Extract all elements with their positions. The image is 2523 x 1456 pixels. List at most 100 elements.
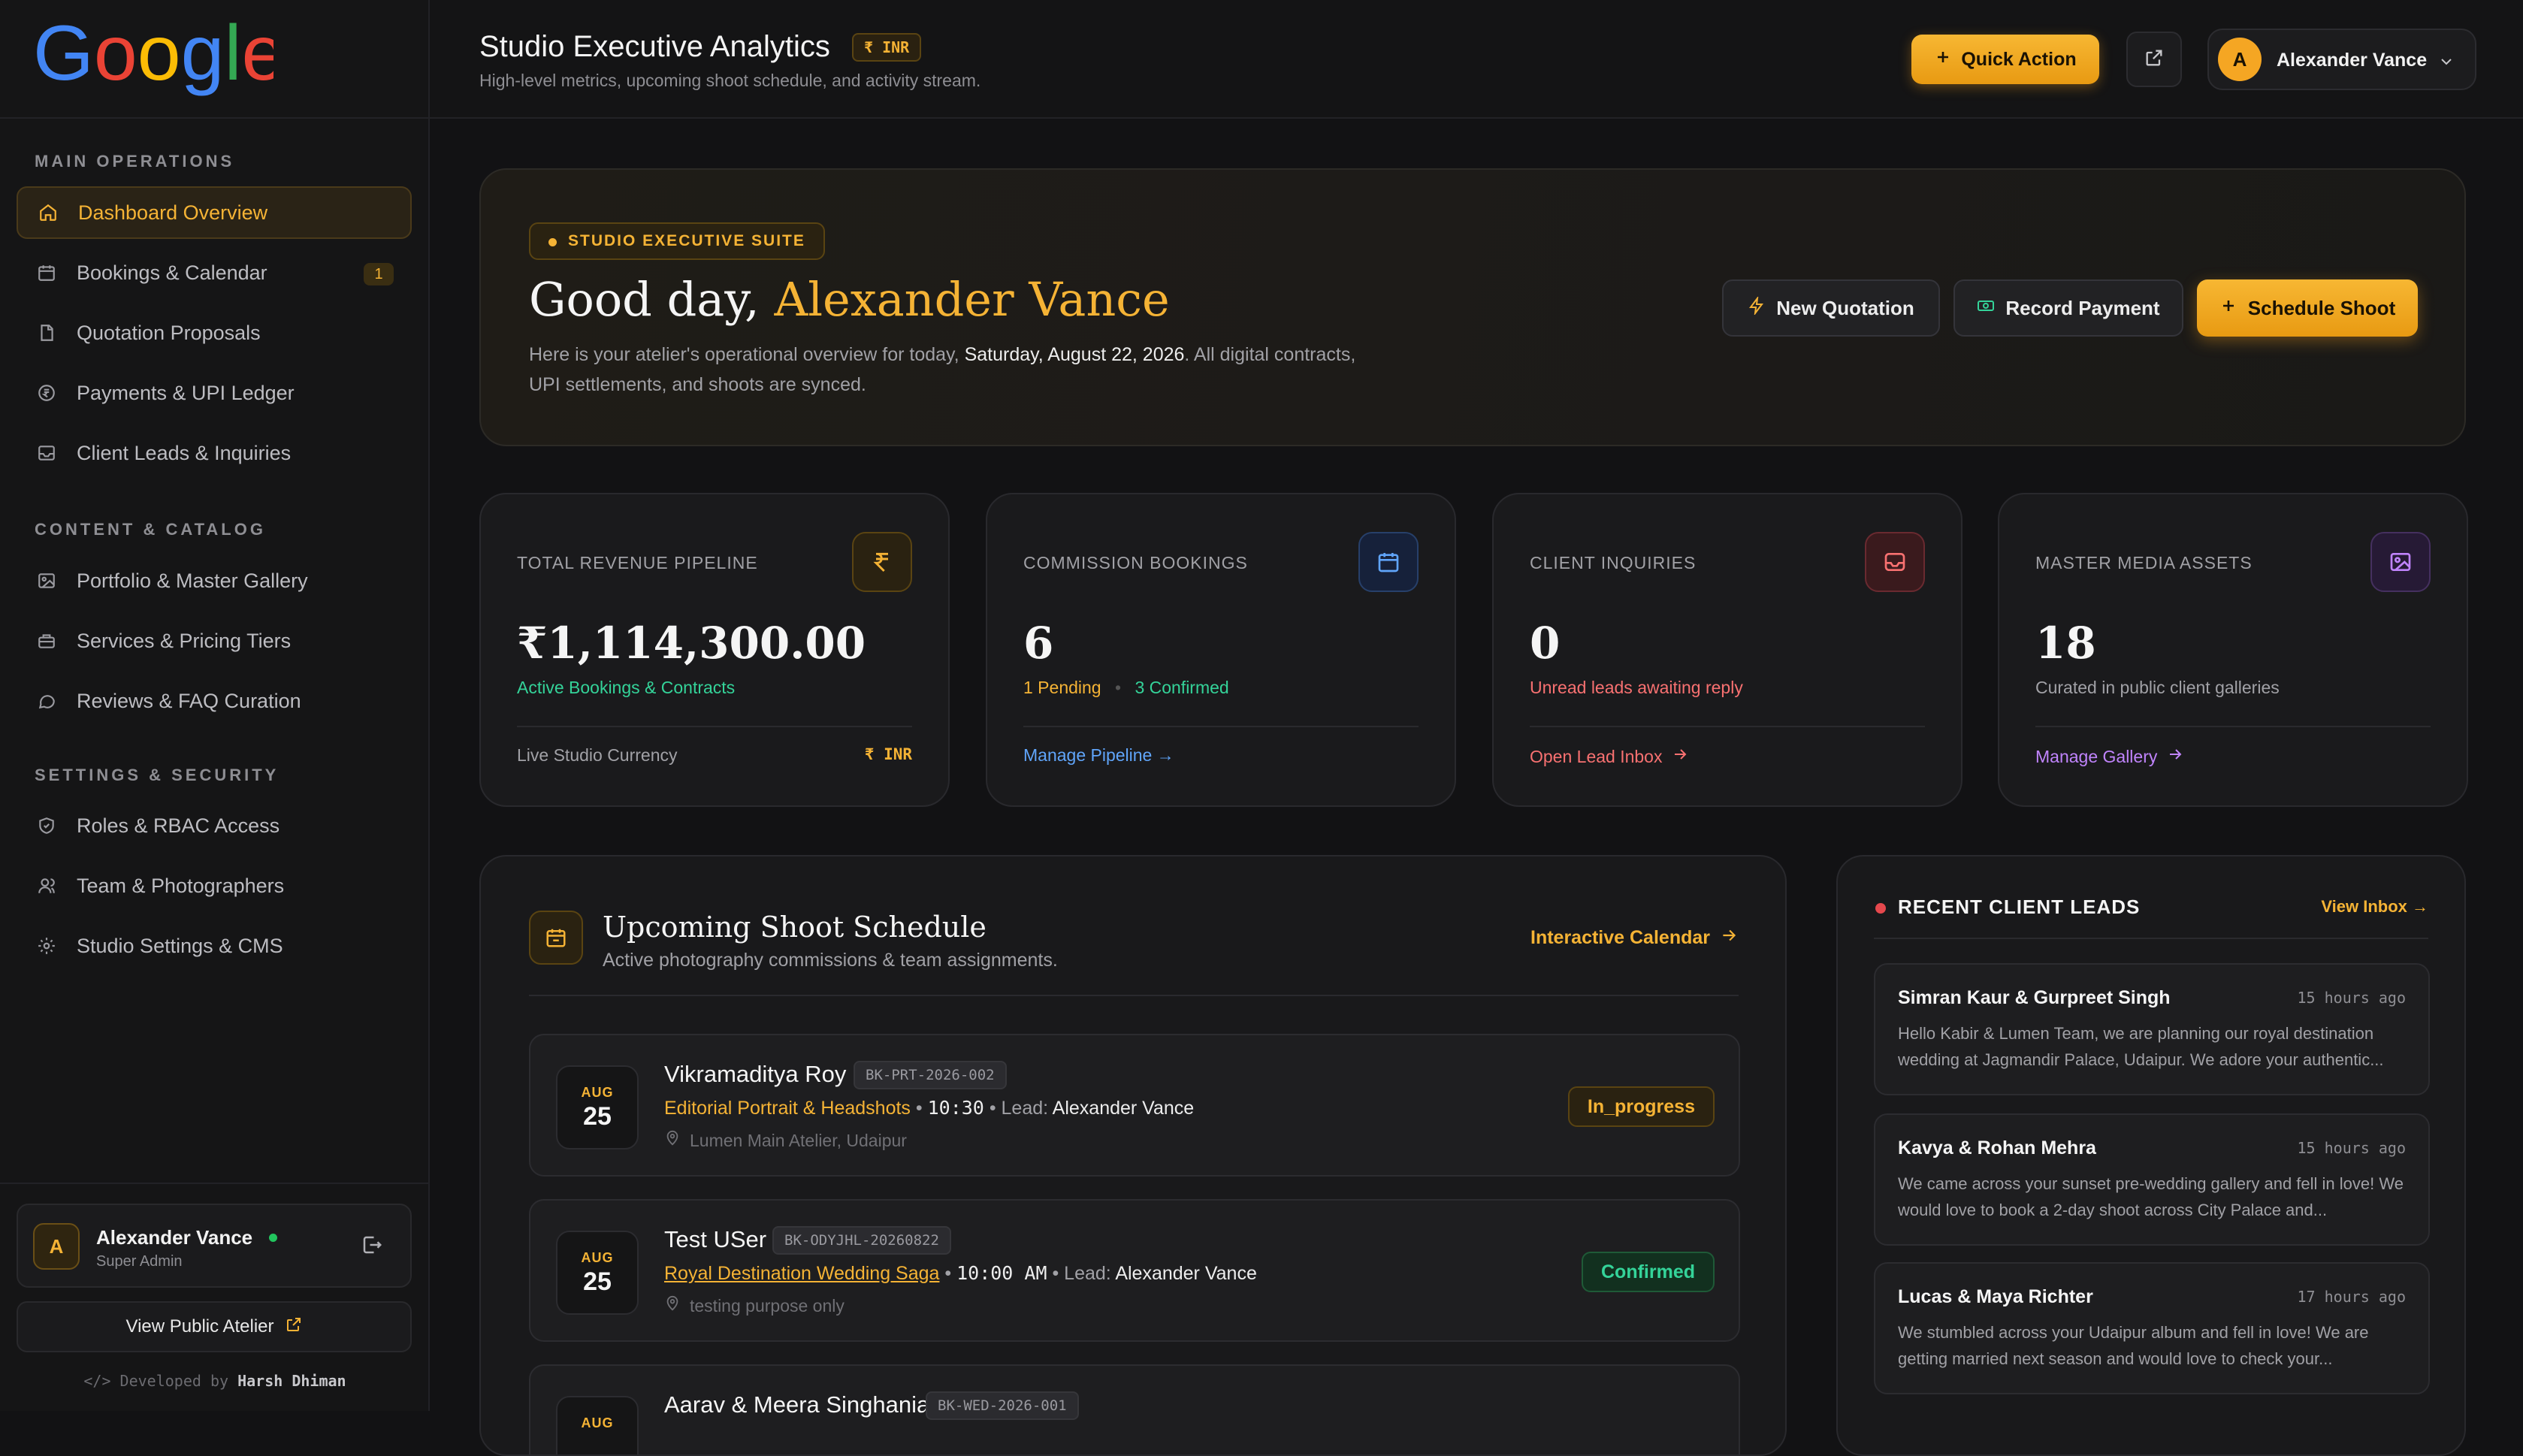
briefcase-icon xyxy=(36,630,57,651)
view-inbox-link[interactable]: View Inbox → xyxy=(2321,897,2428,917)
booking-date: AUG xyxy=(556,1396,639,1454)
schedule-shoot-label: Schedule Shoot xyxy=(2247,296,2396,319)
stat-label: CLIENT INQUIRIES xyxy=(1530,553,1697,572)
stat-card-inquiries: CLIENT INQUIRIES 0 Unread leads awaiting… xyxy=(1492,493,1963,807)
sidebar-item-label: Bookings & Calendar xyxy=(77,261,267,284)
lead-card[interactable]: Lucas & Maya Richter 17 hours ago We stu… xyxy=(1874,1262,2430,1394)
lead-card[interactable]: Kavya & Rohan Mehra 15 hours ago We came… xyxy=(1874,1113,2430,1246)
live-indicator-dot xyxy=(1875,903,1886,914)
open-external-button[interactable] xyxy=(2126,32,2182,87)
stat-card-revenue: TOTAL REVENUE PIPELINE ₹1,114,300.00 Act… xyxy=(479,493,950,807)
sidebar-item-quotation-proposals[interactable]: Quotation Proposals xyxy=(17,307,412,359)
stat-divider xyxy=(517,726,912,727)
booking-service: Editorial Portrait & Headshots xyxy=(664,1098,911,1119)
credit-name: Harsh Dhiman xyxy=(237,1372,346,1390)
stat-card-media-assets: MASTER MEDIA ASSETS 18 Curated in public… xyxy=(1998,493,2468,807)
welcome-hero: STUDIO EXECUTIVE SUITE Good day, Alexand… xyxy=(479,168,2466,446)
bookings-count-badge: 1 xyxy=(364,263,394,285)
booking-row[interactable]: AUG 25 Vikramaditya Roy BK-PRT-2026-002 … xyxy=(529,1034,1740,1177)
stat-subtext: 1 Pending • 3 Confirmed xyxy=(1023,678,1229,698)
chevron-down-icon xyxy=(2437,53,2455,74)
open-lead-inbox-link[interactable]: Open Lead Inbox xyxy=(1530,745,1689,768)
section-title-settings-security: SETTINGS & SECURITY xyxy=(35,766,279,784)
user-menu-button[interactable]: A Alexander Vance xyxy=(2207,29,2476,90)
separator-dot: • xyxy=(1114,678,1122,697)
sidebar-item-roles-rbac[interactable]: Roles & RBAC Access xyxy=(17,799,412,852)
stat-label: TOTAL REVENUE PIPELINE xyxy=(517,553,758,572)
view-public-label: View Public Atelier xyxy=(125,1316,274,1337)
link-label: Interactive Calendar xyxy=(1530,927,1710,948)
sidebar-item-client-leads[interactable]: Client Leads & Inquiries xyxy=(17,427,412,479)
sidebar-item-payments-upi-ledger[interactable]: Payments & UPI Ledger xyxy=(17,367,412,419)
sidebar-item-studio-settings[interactable]: Studio Settings & CMS xyxy=(17,920,412,972)
desc-before: Here is your atelier's operational overv… xyxy=(529,344,959,365)
lead-name: Simran Kaur & Gurpreet Singh xyxy=(1898,987,2171,1008)
sidebar-item-services-pricing[interactable]: Services & Pricing Tiers xyxy=(17,615,412,667)
calendar-icon xyxy=(36,262,57,283)
google-logo[interactable]: Google xyxy=(33,18,273,101)
calendar-icon xyxy=(1358,532,1419,592)
developer-credit: </> Developed by Harsh Dhiman xyxy=(0,1372,430,1390)
leads-divider xyxy=(1874,938,2428,939)
booking-row[interactable]: AUG 25 Test USer BK-ODYJHL-20260822 Roya… xyxy=(529,1199,1740,1342)
record-payment-button[interactable]: Record Payment xyxy=(1953,279,2183,337)
manage-pipeline-link[interactable]: Manage Pipeline → xyxy=(1023,745,1174,766)
stat-value: 18 xyxy=(2035,618,2096,669)
avatar: A xyxy=(33,1223,80,1270)
booking-location: Lumen Main Atelier, Udaipur xyxy=(664,1130,907,1151)
new-quotation-button[interactable]: New Quotation xyxy=(1722,279,1940,337)
stat-value: 6 xyxy=(1023,618,1054,669)
rupee-icon xyxy=(852,532,912,592)
sidebar-item-portfolio-gallery[interactable]: Portfolio & Master Gallery xyxy=(17,554,412,607)
sidebar-item-label: Dashboard Overview xyxy=(78,201,268,224)
calendar-icon xyxy=(529,911,583,965)
booking-day: 25 xyxy=(583,1102,612,1131)
sidebar-item-reviews-faq[interactable]: Reviews & FAQ Curation xyxy=(17,675,412,727)
quick-action-button[interactable]: Quick Action xyxy=(1911,35,2099,84)
sidebar-item-dashboard-overview[interactable]: Dashboard Overview xyxy=(17,186,412,239)
greeting: Good day, Alexander Vance xyxy=(529,272,1170,327)
logout-icon[interactable] xyxy=(361,1234,383,1260)
sidebar-item-label: Reviews & FAQ Curation xyxy=(77,689,301,712)
schedule-title: Upcoming Shoot Schedule xyxy=(603,911,987,944)
sidebar-item-label: Roles & RBAC Access xyxy=(77,814,280,837)
manage-gallery-link[interactable]: Manage Gallery xyxy=(2035,745,2184,768)
view-public-atelier-button[interactable]: View Public Atelier xyxy=(17,1301,412,1352)
plus-icon xyxy=(2219,297,2237,320)
stat-label: COMMISSION BOOKINGS xyxy=(1023,553,1248,572)
home-icon xyxy=(38,202,59,223)
interactive-calendar-link[interactable]: Interactive Calendar xyxy=(1530,926,1739,950)
image-icon xyxy=(36,570,57,591)
lead-card[interactable]: Simran Kaur & Gurpreet Singh 15 hours ag… xyxy=(1874,963,2430,1095)
booking-month: AUG xyxy=(581,1415,614,1430)
sidebar-item-bookings-calendar[interactable]: Bookings & Calendar 1 xyxy=(17,246,412,299)
stat-divider xyxy=(1023,726,1419,727)
plus-icon xyxy=(1934,48,1952,71)
schedule-shoot-button[interactable]: Schedule Shoot xyxy=(2197,279,2418,337)
booking-row[interactable]: AUG Aarav & Meera Singhania BK-WED-2026-… xyxy=(529,1364,1740,1454)
stat-subtext: Active Bookings & Contracts xyxy=(517,678,736,697)
credit-prefix: </> Developed by xyxy=(83,1372,229,1390)
sidebar-divider xyxy=(0,117,428,119)
booking-date: AUG 25 xyxy=(556,1231,639,1315)
sidebar-item-team-photographers[interactable]: Team & Photographers xyxy=(17,859,412,912)
confirmed-count: 3 Confirmed xyxy=(1135,678,1229,697)
sidebar-divider xyxy=(0,1183,428,1184)
quick-action-label: Quick Action xyxy=(1961,48,2077,70)
stat-subtext: Curated in public client galleries xyxy=(2035,678,2280,697)
avatar: A xyxy=(2218,38,2262,81)
section-title-main-operations: MAIN OPERATIONS xyxy=(35,152,235,171)
booking-id-badge: BK-WED-2026-001 xyxy=(926,1391,1079,1420)
booking-client-name: Aarav & Meera Singhania xyxy=(664,1391,930,1418)
sidebar-item-label: Client Leads & Inquiries xyxy=(77,441,292,464)
external-link-icon xyxy=(285,1316,303,1339)
link-label: Manage Gallery xyxy=(2035,746,2158,766)
sidebar-item-label: Payments & UPI Ledger xyxy=(77,381,295,404)
schedule-divider xyxy=(529,995,1739,996)
stat-divider xyxy=(2035,726,2431,727)
booking-lead-label: Lead: xyxy=(1064,1263,1111,1284)
new-quotation-label: New Quotation xyxy=(1776,296,1914,319)
booking-time: 10:00 AM xyxy=(956,1262,1047,1284)
booking-lead-label: Lead: xyxy=(1001,1098,1049,1119)
link-label: Open Lead Inbox xyxy=(1530,746,1663,766)
